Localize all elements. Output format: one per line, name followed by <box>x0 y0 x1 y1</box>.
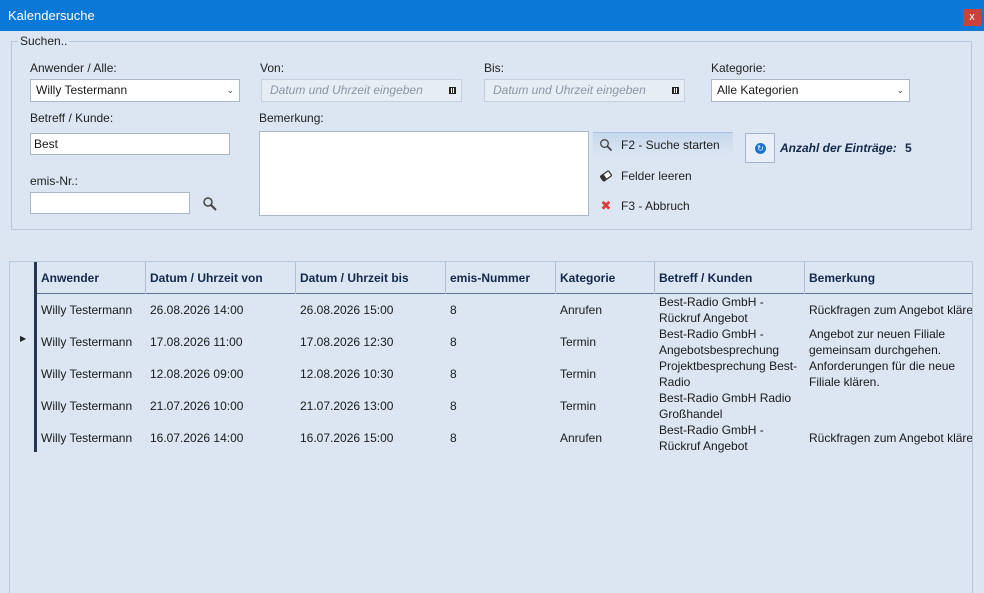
cell-emis: 8 <box>450 303 457 317</box>
user-label: Anwender / Alle: <box>30 61 117 75</box>
category-select[interactable]: Alle Kategorien ⌄ <box>711 79 910 102</box>
search-icon <box>600 139 613 152</box>
cell-remark: Angebot zur neuen Filiale gemeinsam durc… <box>809 327 946 357</box>
cell-subject: Best-Radio GmbH - Rückruf Angebot <box>659 423 764 453</box>
cell-to: 17.08.2026 12:30 <box>300 335 394 349</box>
emis-input[interactable] <box>30 192 190 214</box>
chevron-down-icon: ⌄ <box>896 85 904 95</box>
row-header-column <box>10 262 37 452</box>
cell-emis: 8 <box>450 399 457 413</box>
chevron-down-icon: ⌄ <box>226 85 234 95</box>
to-label: Bis: <box>484 61 505 75</box>
remark-label: Bemerkung: <box>259 111 324 125</box>
table-row[interactable]: Willy Testermann 26.08.2026 14:00 26.08.… <box>37 294 973 326</box>
current-row-indicator-icon: ▶ <box>20 334 27 343</box>
eraser-icon <box>599 170 613 182</box>
from-date-input[interactable]: Datum und Uhrzeit eingeben <box>261 79 462 102</box>
clear-fields-label: Felder leeren <box>621 169 692 183</box>
window-title: Kalendersuche <box>8 8 95 23</box>
search-icon[interactable] <box>202 196 218 212</box>
table-row[interactable]: Willy Testermann 12.08.2026 09:00 12.08.… <box>37 358 972 390</box>
column-header-to[interactable]: Datum / Uhrzeit bis <box>296 262 446 294</box>
to-date-input[interactable]: Datum und Uhrzeit eingeben <box>484 79 685 102</box>
subject-label: Betreff / Kunde: <box>30 111 114 125</box>
cell-category: Termin <box>560 335 597 349</box>
subject-input[interactable]: Best <box>30 133 230 155</box>
cancel-button[interactable]: ✖ F3 - Abbruch <box>593 194 733 218</box>
cell-remark: Rückfragen zum Angebot kläre <box>809 431 973 445</box>
user-select-value: Willy Testermann <box>36 83 128 97</box>
close-button[interactable]: x <box>963 9 981 26</box>
entry-count-label: Anzahl der Einträge: <box>780 141 897 155</box>
start-search-label: F2 - Suche starten <box>621 138 720 152</box>
red-x-icon: ✖ <box>600 198 612 213</box>
cell-subject: Best-Radio GmbH - Rückruf Angebot <box>659 295 764 325</box>
table-row[interactable]: Willy Testermann 17.08.2026 11:00 17.08.… <box>37 326 972 358</box>
search-group-legend: Suchen.. <box>20 34 68 48</box>
cell-remark: Rückfragen zum Angebot kläre <box>809 303 973 317</box>
column-header-subject[interactable]: Betreff / Kunden <box>655 262 805 294</box>
from-label: Von: <box>260 61 285 75</box>
cell-from: 12.08.2026 09:00 <box>150 367 244 381</box>
from-date-placeholder: Datum und Uhrzeit eingeben <box>270 83 423 97</box>
entry-count-value: 5 <box>905 141 912 155</box>
cell-subject: Best-Radio GmbH - Angebotsbesprechung <box>659 327 780 357</box>
user-select[interactable]: Willy Testermann ⌄ <box>30 79 240 102</box>
cell-subject: Projektbesprechung Best-Radio <box>659 359 798 389</box>
cell-from: 16.07.2026 14:00 <box>150 431 244 445</box>
clear-fields-button[interactable]: Felder leeren <box>593 164 733 188</box>
cell-to: 26.08.2026 15:00 <box>300 303 394 317</box>
cell-category: Termin <box>560 367 597 381</box>
column-header-user[interactable]: Anwender <box>37 262 146 294</box>
category-label: Kategorie: <box>711 61 766 75</box>
emis-label: emis-Nr.: <box>30 174 78 188</box>
column-header-emis[interactable]: emis-Nummer <box>446 262 556 294</box>
table-row[interactable]: Willy Testermann 21.07.2026 10:00 21.07.… <box>37 390 972 422</box>
cell-subject: Best-Radio GmbH Radio Großhandel <box>659 391 792 421</box>
cell-user: Willy Testermann <box>41 399 133 413</box>
cell-emis: 8 <box>450 367 457 381</box>
calendar-icon[interactable] <box>672 87 679 94</box>
cell-remark: Anforderungen für die neue Filiale kläre… <box>809 359 956 389</box>
to-date-placeholder: Datum und Uhrzeit eingeben <box>493 83 646 97</box>
cell-from: 21.07.2026 10:00 <box>150 399 244 413</box>
column-header-category[interactable]: Kategorie <box>556 262 655 294</box>
start-search-button[interactable]: F2 - Suche starten <box>593 132 733 156</box>
cell-user: Willy Testermann <box>41 367 133 381</box>
cell-category: Anrufen <box>560 431 603 445</box>
cell-user: Willy Testermann <box>41 431 133 445</box>
cell-user: Willy Testermann <box>41 303 133 317</box>
cell-emis: 8 <box>450 335 457 349</box>
cancel-label: F3 - Abbruch <box>621 199 690 213</box>
table-row[interactable]: Willy Testermann 16.07.2026 14:00 16.07.… <box>37 422 973 454</box>
results-table: ▶ Anwender Datum / Uhrzeit von Datum / U… <box>9 261 973 593</box>
title-bar: Kalendersuche x <box>0 0 984 31</box>
cell-category: Anrufen <box>560 303 603 317</box>
cell-from: 17.08.2026 11:00 <box>150 335 243 349</box>
remark-input[interactable] <box>259 131 589 216</box>
column-header-from[interactable]: Datum / Uhrzeit von <box>146 262 296 294</box>
cell-to: 12.08.2026 10:30 <box>300 367 394 381</box>
category-select-value: Alle Kategorien <box>717 83 799 97</box>
cell-from: 26.08.2026 14:00 <box>150 303 244 317</box>
column-header-remark[interactable]: Bemerkung <box>805 262 972 294</box>
refresh-button[interactable]: ↻ <box>745 133 775 163</box>
cell-user: Willy Testermann <box>41 335 133 349</box>
calendar-icon[interactable] <box>449 87 456 94</box>
cell-category: Termin <box>560 399 597 413</box>
table-header: Anwender Datum / Uhrzeit von Datum / Uhr… <box>37 262 972 294</box>
cell-to: 21.07.2026 13:00 <box>300 399 394 413</box>
cell-emis: 8 <box>450 431 457 445</box>
cell-to: 16.07.2026 15:00 <box>300 431 394 445</box>
cell-remark <box>805 390 972 422</box>
window-content: Suchen.. Anwender / Alle: Willy Testerma… <box>0 31 984 593</box>
refresh-icon: ↻ <box>755 143 766 154</box>
